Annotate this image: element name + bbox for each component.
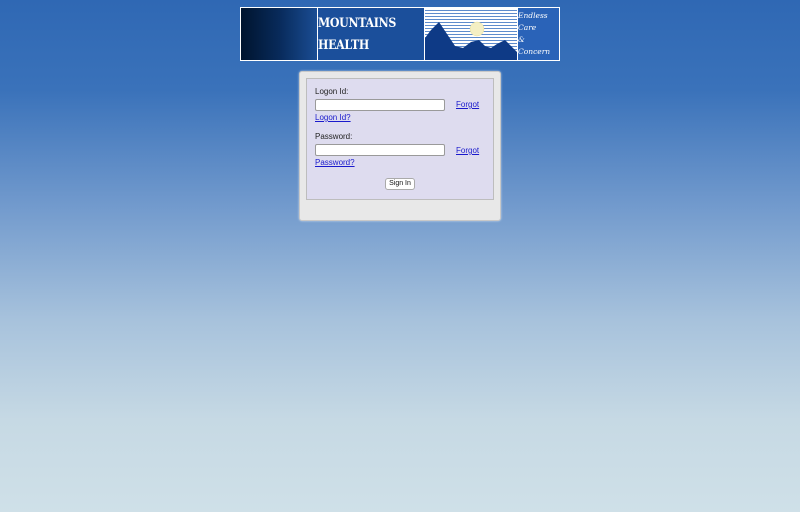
logo-mountain-art xyxy=(425,21,517,60)
password-input[interactable] xyxy=(315,144,445,156)
banner-title-line1: ENDLESS MOUNTAINS xyxy=(318,8,396,31)
forgot-logon-link-part1[interactable]: Forgot xyxy=(456,100,479,109)
banner-title-line2: HEALTH SYSTEMS xyxy=(318,37,377,60)
forgot-password-link-part2[interactable]: Password? xyxy=(315,158,355,167)
sun-shape xyxy=(469,21,485,37)
mountains-sun-icon xyxy=(424,8,518,60)
header-banner: ENDLESS MOUNTAINS HEALTH SYSTEMS Endless… xyxy=(240,7,560,61)
forgot-logon-link-part2[interactable]: Logon Id? xyxy=(315,113,351,122)
banner-title: ENDLESS MOUNTAINS HEALTH SYSTEMS xyxy=(318,8,424,60)
logon-id-label: Logon Id: xyxy=(315,87,349,96)
logon-id-input[interactable] xyxy=(315,99,445,111)
tagline-line1: Endless Care xyxy=(518,11,548,32)
login-panel: Logon Id: Forgot Logon Id? Password: For… xyxy=(299,71,501,221)
banner-tagline: Endless Care & Concern xyxy=(518,8,559,60)
password-label: Password: xyxy=(315,132,353,141)
forgot-password-link-part1[interactable]: Forgot xyxy=(456,146,479,155)
banner-gradient-block xyxy=(241,8,318,60)
login-form: Logon Id: Forgot Logon Id? Password: For… xyxy=(306,78,494,200)
sign-in-button[interactable]: Sign In xyxy=(385,178,415,190)
tagline-line2: & Concern xyxy=(518,35,551,56)
